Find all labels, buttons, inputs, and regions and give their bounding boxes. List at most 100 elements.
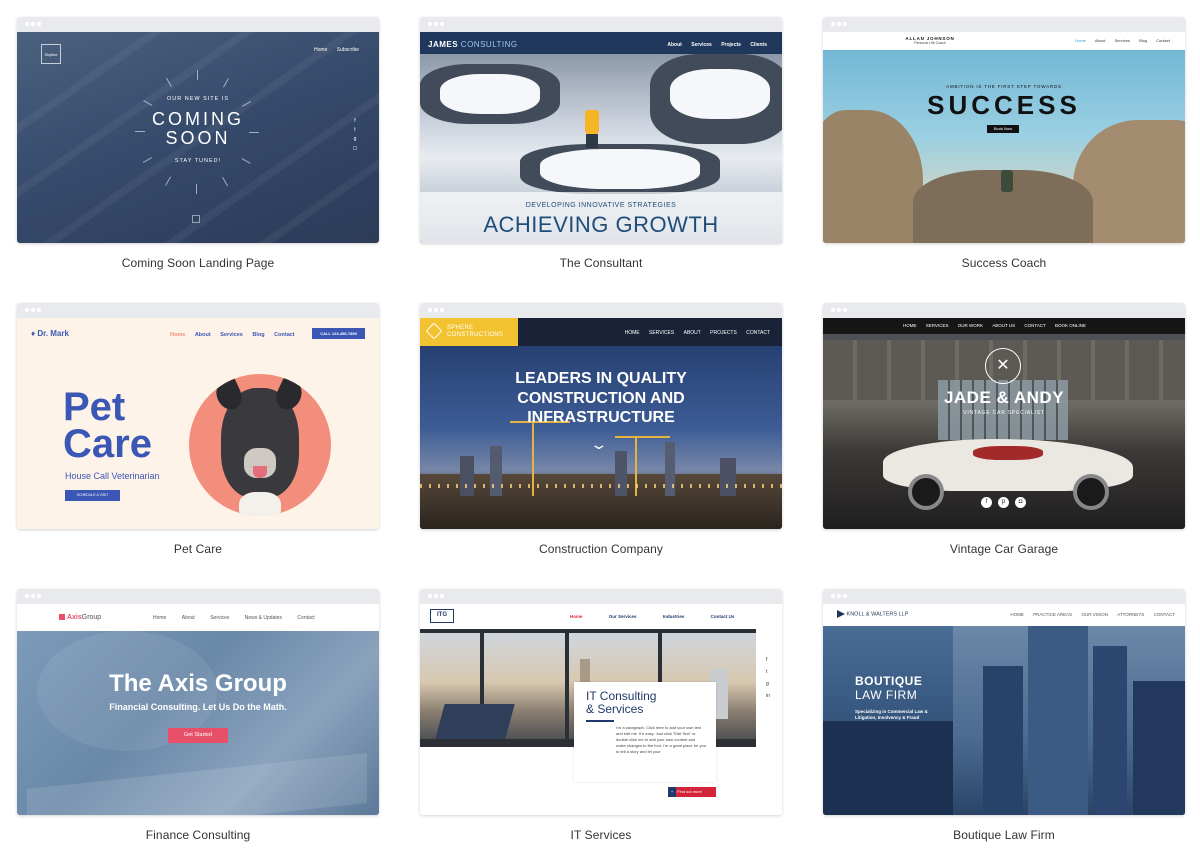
- template-preview[interactable]: Skyline Home Subscribe OUR NEW SITE IS C…: [17, 17, 379, 243]
- template-preview[interactable]: JAMES CONSULTING About Services Projects…: [420, 17, 782, 243]
- site-nav: Home About Services News & Updates Conta…: [145, 615, 315, 621]
- site-nav: Home About Services Blog Contact: [1067, 38, 1170, 43]
- nav-home: Home: [314, 47, 328, 53]
- nav-contact: Contact: [297, 615, 315, 621]
- preview-screen: SPHERE CONSTRUCTIONS HOME SERVICES ABOUT …: [420, 318, 782, 529]
- get-started-button[interactable]: Get Started: [168, 728, 228, 743]
- browser-chrome: [420, 17, 782, 32]
- template-caption[interactable]: IT Services: [420, 828, 782, 842]
- logo-mark-icon: [425, 322, 443, 340]
- nav-contact-us: Contact Us: [710, 614, 735, 619]
- schedule-visit-button[interactable]: SCHEDULE A VISIT: [65, 490, 120, 501]
- nav-about: About: [1095, 38, 1106, 43]
- chevron-down-icon: ⌄: [589, 436, 609, 452]
- dog-photo: [189, 374, 331, 516]
- template-caption[interactable]: Construction Company: [420, 542, 782, 556]
- template-caption[interactable]: Finance Consulting: [17, 828, 379, 842]
- template-caption[interactable]: Success Coach: [823, 256, 1185, 270]
- preview-screen: Skyline Home Subscribe OUR NEW SITE IS C…: [17, 32, 379, 243]
- template-caption[interactable]: Coming Soon Landing Page: [17, 256, 379, 270]
- nav-our-vision: OUR VISION: [1081, 612, 1108, 617]
- find-out-more-button[interactable]: + Find out more: [668, 787, 716, 797]
- hero-image: [17, 631, 379, 815]
- template-caption[interactable]: Vintage Car Garage: [823, 542, 1185, 556]
- nav-about: About: [181, 615, 195, 621]
- template-preview[interactable]: KNOLL & WALTERS LLP HOME PRACTICE AREAS …: [823, 589, 1185, 815]
- site-nav: Home Subscribe: [306, 47, 359, 53]
- preview-screen: ITG Home Our Services Industries Contact…: [420, 604, 782, 815]
- template-preview[interactable]: SPHERE CONSTRUCTIONS HOME SERVICES ABOUT …: [420, 303, 782, 529]
- nav-about: ABOUT: [683, 330, 701, 336]
- template-gallery: Skyline Home Subscribe OUR NEW SITE IS C…: [0, 0, 1200, 861]
- logo-mark-icon: [837, 610, 845, 618]
- site-nav: HOME PRACTICE AREAS OUR VISION ATTORNEYS…: [1002, 612, 1175, 617]
- template-preview[interactable]: ♦ Dr. Mark Home About Services Blog Cont…: [17, 303, 379, 529]
- template-caption[interactable]: The Consultant: [420, 256, 782, 270]
- site-logo: ♦ Dr. Mark: [31, 329, 69, 338]
- site-logo-block: SPHERE CONSTRUCTIONS: [420, 318, 518, 346]
- site-nav: About Services Projects Clients: [659, 42, 767, 48]
- browser-chrome: [823, 17, 1185, 32]
- template-caption[interactable]: Pet Care: [17, 542, 379, 556]
- nav-about: About: [667, 42, 682, 48]
- preview-screen: HOME SERVICES OUR WORK ABOUT US CONTACT …: [823, 318, 1185, 529]
- preview-screen: JAMES CONSULTING About Services Projects…: [420, 32, 782, 243]
- book-now-button[interactable]: Book Now: [987, 125, 1019, 133]
- content-box: IT Consulting & Services I'm a paragraph…: [574, 682, 716, 782]
- plus-icon: +: [668, 787, 676, 797]
- instagram-icon: ◻: [352, 145, 358, 151]
- call-button[interactable]: CALL 123-456-7890: [312, 328, 365, 339]
- nav-services: SERVICES: [925, 323, 949, 328]
- headline-text: BOUTIQUE LAW FIRM: [855, 674, 923, 702]
- nav-services: Services: [1114, 38, 1130, 43]
- nav-subscribe: Subscribe: [336, 47, 359, 53]
- nav-services: Services: [210, 615, 230, 621]
- nav-home: HOME: [624, 330, 640, 336]
- headline-text: SUCCESS: [927, 90, 1081, 120]
- nav-news-updates: News & Updates: [244, 615, 283, 621]
- nav-projects: PROJECTS: [710, 330, 737, 336]
- nav-contact: CONTACT: [1153, 612, 1175, 617]
- template-preview[interactable]: AxisGroup Home About Services News & Upd…: [17, 589, 379, 815]
- headline-line-1: Pet: [63, 385, 126, 429]
- template-caption[interactable]: Boutique Law Firm: [823, 828, 1185, 842]
- tagline-text: STAY TUNED!: [174, 158, 222, 164]
- subtitle-text: House Call Veterinarian: [65, 471, 160, 481]
- divider: [586, 720, 614, 722]
- social-icons: f t g ◻: [351, 117, 359, 153]
- body-text: I'm a paragraph. Click here to add your …: [616, 725, 706, 754]
- kicker-text: AMBITION IS THE FIRST STEP TOWARDS: [946, 84, 1062, 89]
- facebook-icon[interactable]: f: [981, 497, 992, 508]
- facebook-icon: f: [766, 657, 768, 663]
- nav-book-online: BOOK ONLINE: [1055, 323, 1087, 328]
- site-nav: Home Our Services Industries Contact Us: [570, 614, 734, 619]
- social-icons: f t g in: [766, 654, 770, 702]
- headline-text: The Axis Group: [109, 670, 287, 697]
- nav-home: HOME: [903, 323, 917, 328]
- subtitle-text: Financial Consulting. Let Us Do the Math…: [109, 702, 287, 712]
- subtitle-text: VINTAGE CAR SPECIALIST: [963, 410, 1045, 416]
- nav-blog: Blog: [252, 332, 265, 338]
- climber-figure: [1001, 170, 1013, 192]
- template-preview[interactable]: ITG Home Our Services Industries Contact…: [420, 589, 782, 815]
- instagram-icon[interactable]: ◘: [1015, 497, 1026, 508]
- nav-services: Services: [220, 332, 243, 338]
- headline-text: JADE & ANDY: [943, 388, 1065, 407]
- site-logo: AxisGroup: [59, 614, 101, 621]
- pinterest-icon[interactable]: p: [998, 497, 1009, 508]
- nav-our-services: Our Services: [608, 614, 637, 619]
- browser-chrome: [823, 589, 1185, 604]
- preview-screen: ALLAN JOHNSON Personal Life Coach Home A…: [823, 32, 1185, 243]
- nav-clients: Clients: [750, 42, 767, 48]
- headline-line-2: Care: [63, 422, 152, 466]
- twitter-icon: t: [766, 669, 768, 675]
- google-plus-icon: g: [353, 136, 357, 142]
- template-preview[interactable]: ALLAN JOHNSON Personal Life Coach Home A…: [823, 17, 1185, 243]
- subtitle-text: Specializing in Commercial Law & Litigat…: [855, 709, 928, 720]
- nav-industries: Industries: [662, 614, 685, 619]
- nav-about: About: [194, 332, 211, 338]
- template-preview[interactable]: HOME SERVICES OUR WORK ABOUT US CONTACT …: [823, 303, 1185, 529]
- hero-image: [823, 50, 1185, 243]
- kicker-text: DEVELOPING INNOVATIVE STRATEGIES: [525, 202, 677, 209]
- browser-chrome: [420, 303, 782, 318]
